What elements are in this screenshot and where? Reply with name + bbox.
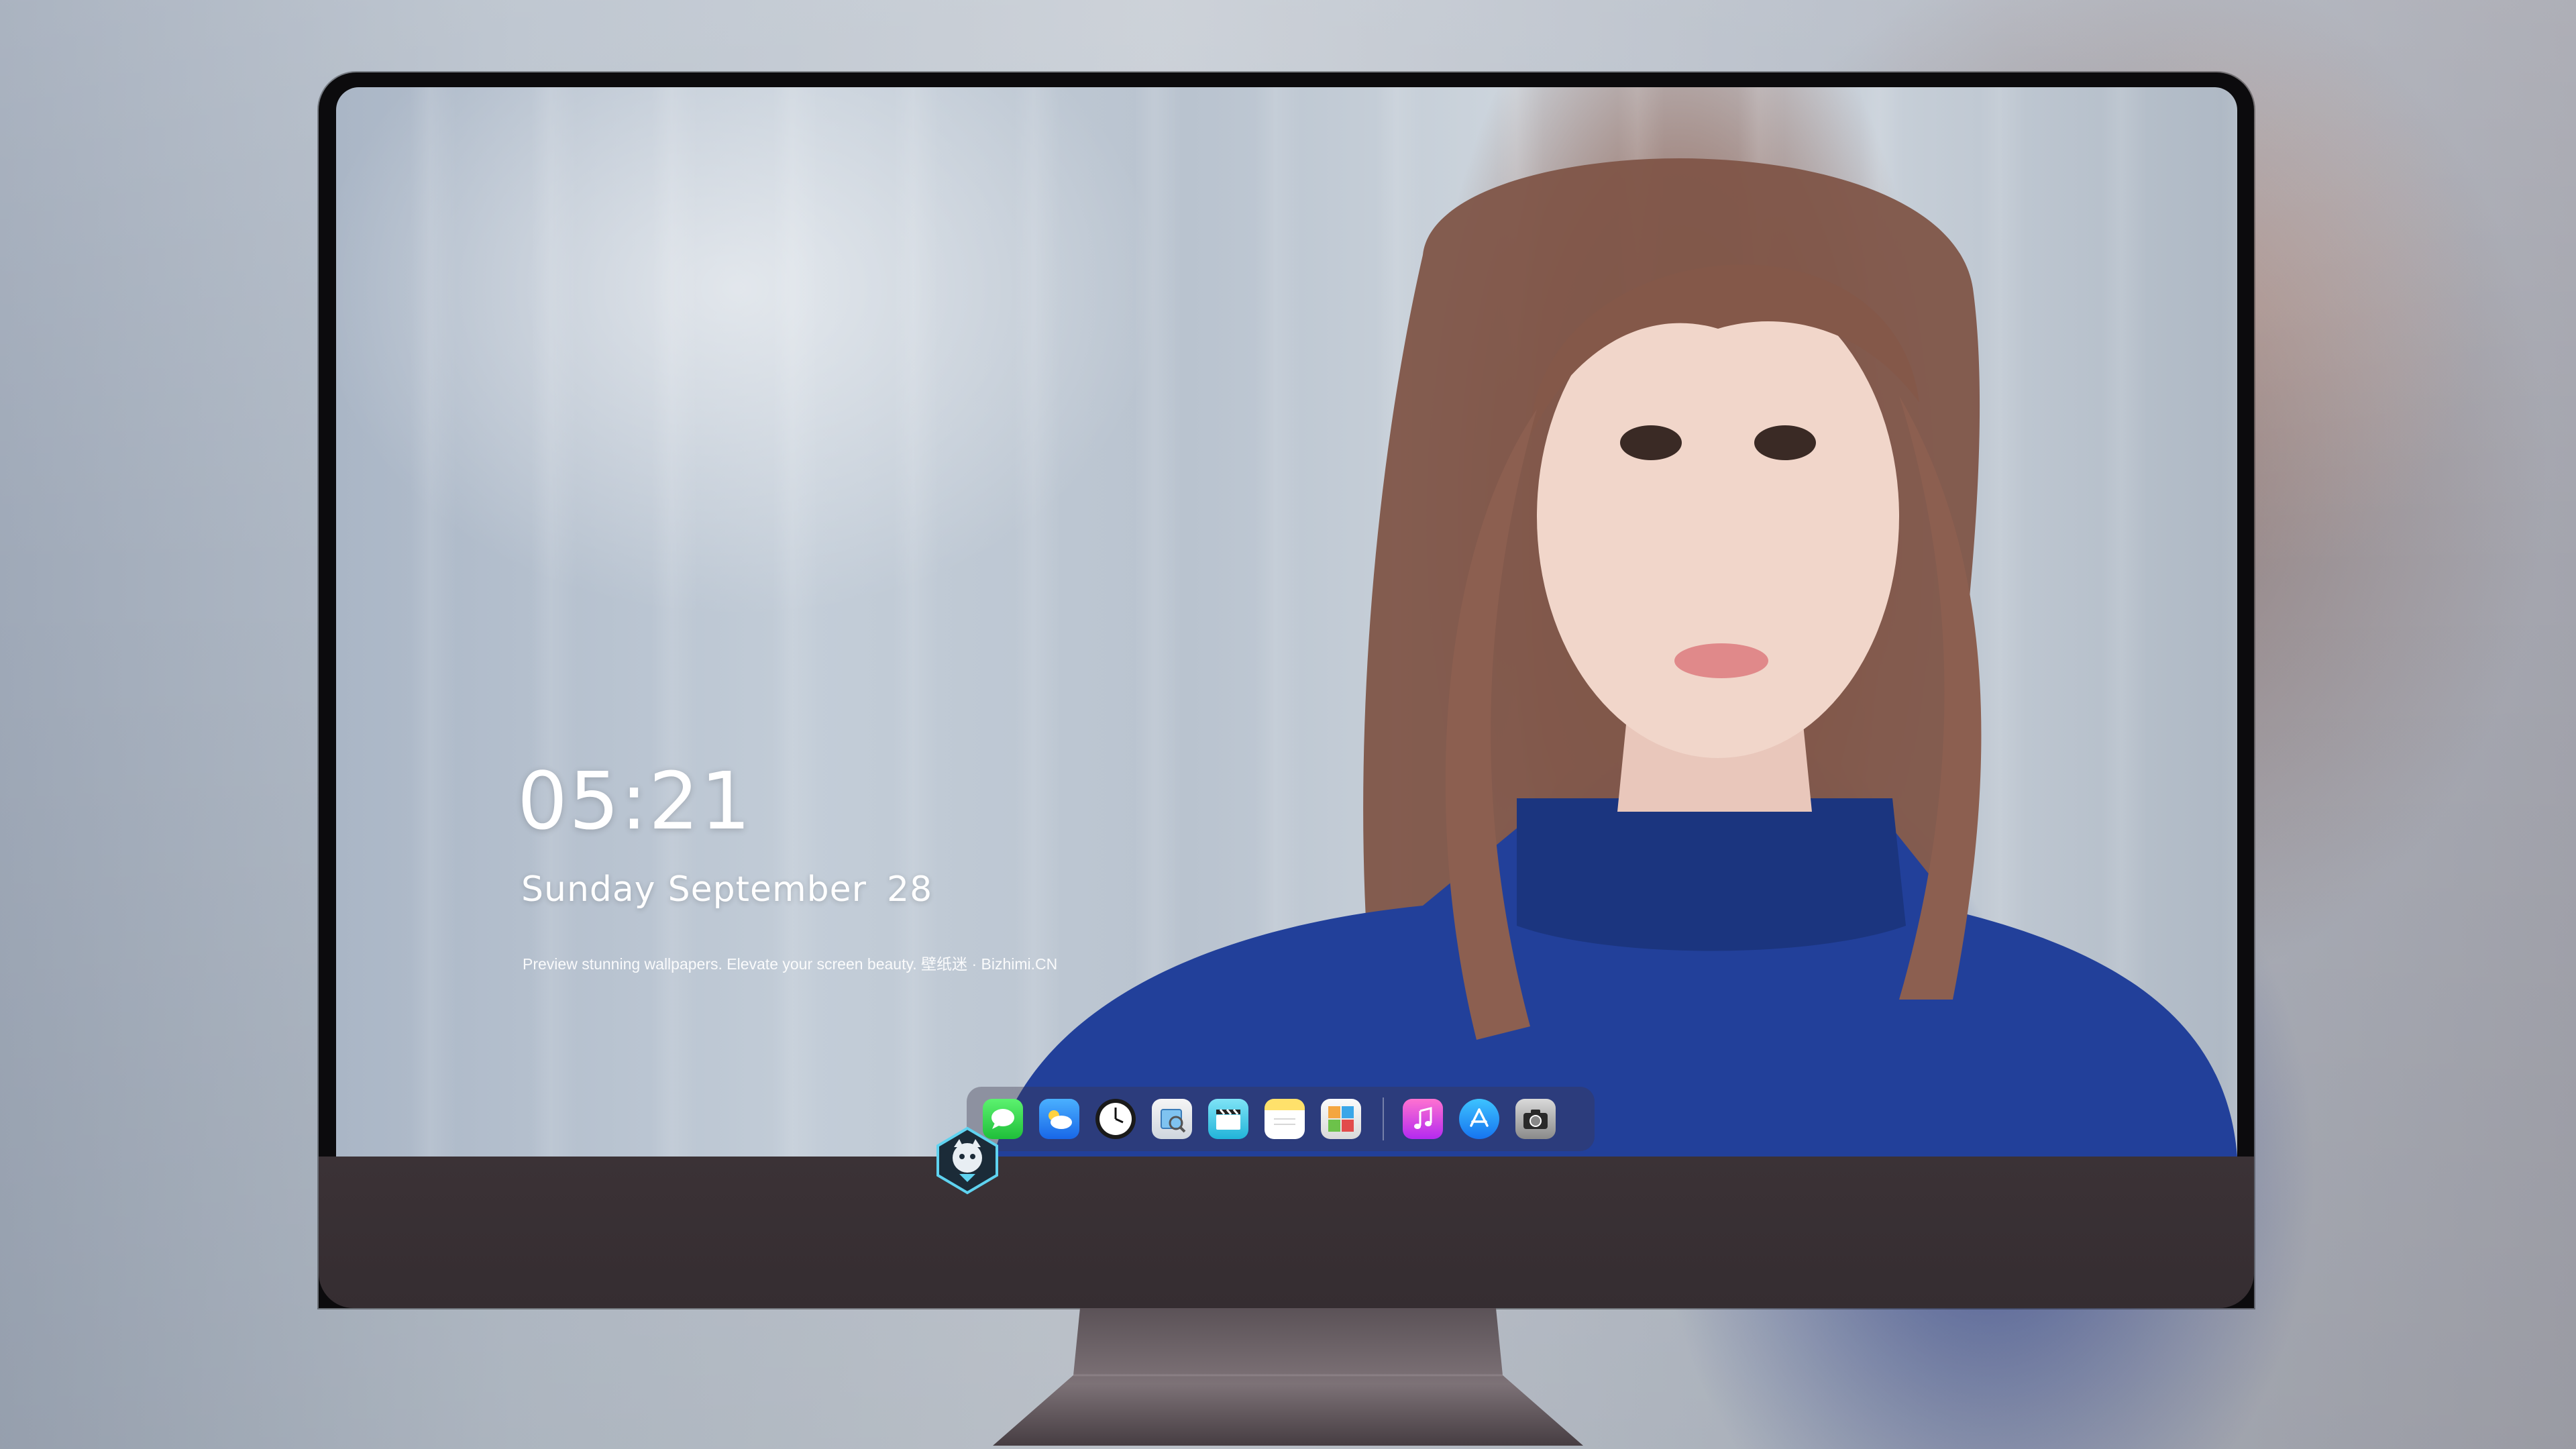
preview-icon[interactable] <box>1152 1099 1192 1139</box>
date-weekday: Sunday <box>521 869 656 910</box>
right-eye <box>1754 425 1816 460</box>
monitor-stand <box>993 1308 1583 1446</box>
dock-divider <box>1383 1097 1384 1140</box>
date-day: 28 <box>887 869 933 910</box>
photo-collage-icon[interactable] <box>1321 1099 1361 1139</box>
lips <box>1674 643 1768 678</box>
clock-icon[interactable] <box>1095 1099 1136 1139</box>
left-eye <box>1620 425 1682 460</box>
notes-icon[interactable] <box>1265 1099 1305 1139</box>
clapperboard-icon[interactable] <box>1208 1099 1248 1139</box>
monitor-chin <box>319 1157 2254 1308</box>
lock-screen-date: Sunday September 28 <box>521 872 932 907</box>
camera-icon[interactable] <box>1515 1099 1556 1139</box>
date-month: September <box>667 869 867 910</box>
sweater-collar <box>1517 798 1906 951</box>
app-store-icon[interactable] <box>1459 1099 1499 1139</box>
lock-screen[interactable]: 05:21 Sunday September 28 Preview stunning… <box>336 87 2237 1157</box>
monitor: 05:21 Sunday September 28 Preview stunning… <box>319 72 2254 1308</box>
mascot-shield-icon <box>936 1126 998 1195</box>
wallpaper-portrait <box>994 158 2237 1157</box>
lock-screen-time: 05:21 <box>517 755 753 847</box>
cloud-icon[interactable] <box>1039 1099 1079 1139</box>
dock <box>967 1087 1595 1151</box>
music-note-icon[interactable] <box>1403 1099 1443 1139</box>
lock-screen-tagline: Preview stunning wallpapers. Elevate you… <box>523 955 1058 973</box>
